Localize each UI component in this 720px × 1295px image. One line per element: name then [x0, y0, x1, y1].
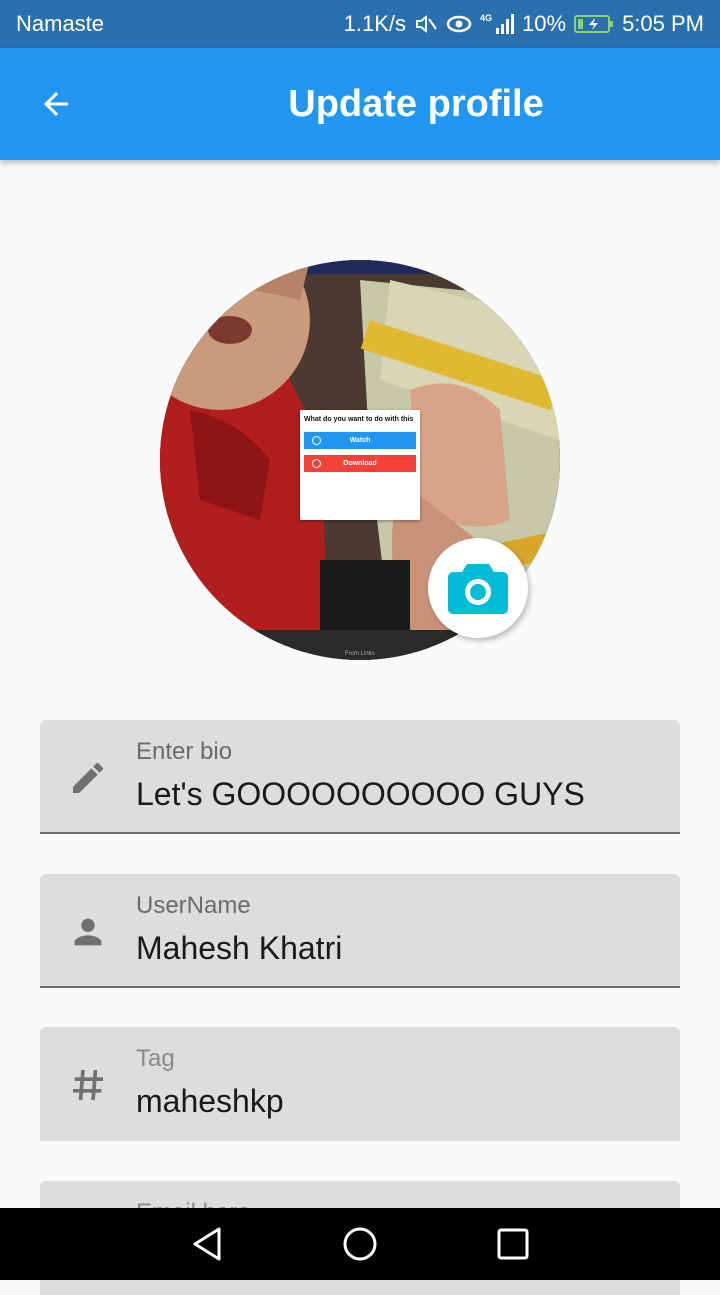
- status-indicators: 1.1K/s 4G 10% 5:05 PM: [344, 11, 704, 37]
- tag-label: Tag: [136, 1045, 175, 1072]
- avatar-strip-label: From Links: [345, 651, 375, 657]
- username-label: UserName: [136, 892, 251, 919]
- back-button[interactable]: [28, 76, 84, 132]
- nav-recents-icon: [497, 1228, 529, 1260]
- bio-value[interactable]: Let's GOOOOOOOOOO GUYS: [136, 776, 585, 813]
- nav-back-icon: [193, 1227, 221, 1261]
- battery-percent: 10%: [522, 11, 567, 36]
- mute-icon: [414, 12, 438, 36]
- nav-back-button[interactable]: [177, 1214, 237, 1274]
- username-value[interactable]: Mahesh Khatri: [136, 930, 342, 967]
- download-label: Download: [343, 460, 377, 467]
- hashtag-icon: [66, 1063, 110, 1107]
- edit-pencil-icon: [66, 756, 110, 800]
- bio-label: Enter bio: [136, 738, 233, 765]
- play-icon: [312, 436, 321, 445]
- username-field[interactable]: UserName Mahesh Khatri: [40, 874, 680, 988]
- camera-icon: [448, 564, 508, 614]
- network-type: 4G: [480, 13, 492, 23]
- signal-icon: 4G: [480, 12, 515, 36]
- network-speed: 1.1K/s: [343, 11, 407, 36]
- person-icon: [66, 910, 110, 954]
- nav-home-icon: [343, 1227, 377, 1261]
- avatar-dialog-snippet: What do you want to do with this Watch D…: [300, 410, 420, 520]
- app-bar: Update profile: [0, 48, 720, 160]
- change-photo-button[interactable]: [428, 538, 528, 638]
- profile-avatar-container: From Links What do you want to do with t…: [160, 260, 560, 660]
- eye-comfort-icon: [446, 12, 472, 36]
- dialog-download-button: Download: [304, 455, 416, 472]
- nav-home-button[interactable]: [330, 1214, 390, 1274]
- battery-charging-icon: [574, 13, 614, 35]
- tag-value[interactable]: maheshkp: [136, 1083, 284, 1120]
- cloud-download-icon: [312, 459, 321, 468]
- dialog-title: What do you want to do with this: [304, 416, 414, 423]
- status-bar: Namaste 1.1K/s 4G 10% 5:05 PM: [0, 0, 720, 48]
- clock: 5:05 PM: [622, 11, 704, 36]
- tag-field[interactable]: Tag maheshkp: [40, 1027, 680, 1141]
- page-title: Update profile: [288, 82, 544, 125]
- system-nav-bar: [0, 1208, 720, 1280]
- bio-field[interactable]: Enter bio Let's GOOOOOOOOOO GUYS: [40, 720, 680, 834]
- dialog-watch-button: Watch: [304, 432, 416, 449]
- carrier-name: Namaste: [16, 11, 105, 36]
- arrow-back-icon: [44, 92, 68, 116]
- watch-label: Watch: [349, 437, 371, 444]
- nav-recents-button[interactable]: [483, 1214, 543, 1274]
